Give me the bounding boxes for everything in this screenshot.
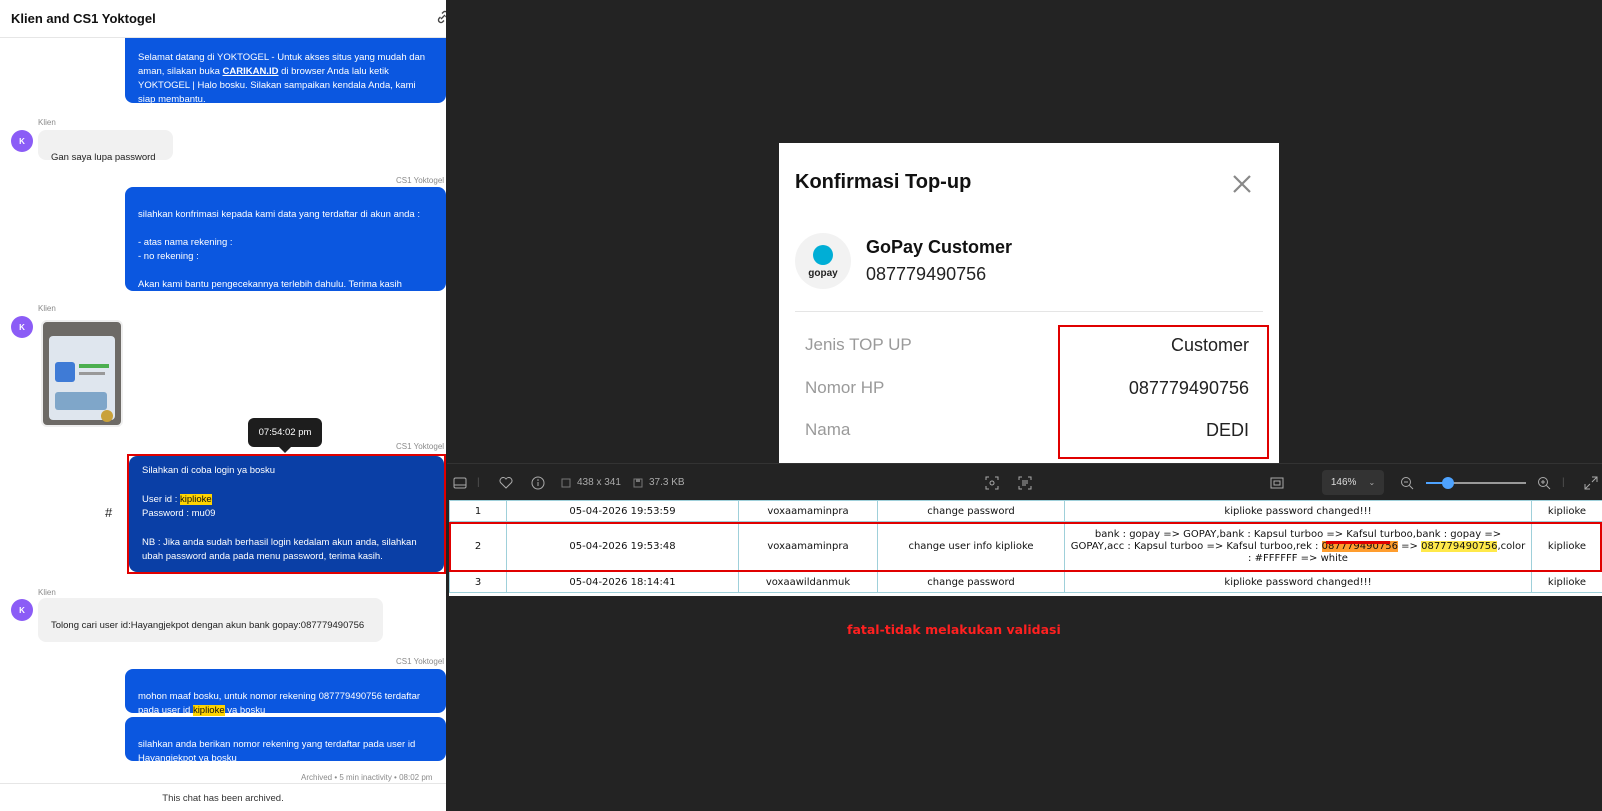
save-icon [633,464,643,501]
message-text: silahkan konfrimasi kepada kami data yan… [138,209,420,290]
customer-name: GoPay Customer [866,237,1013,257]
message-userid: User id : kiplioke [142,494,212,505]
cell-date: 05-04-2026 18:14:41 [506,571,739,593]
avatar: K [11,130,33,152]
chat-header: Klien and CS1 Yoktogel [0,0,446,38]
chat-title: Klien and CS1 Yoktogel [11,11,156,26]
wallet-icon [813,245,833,265]
dimensions-icon [561,464,571,501]
cell-date: 05-04-2026 19:53:59 [506,500,739,522]
fit-screen-icon[interactable] [1270,464,1284,501]
cell-no: 1 [449,500,507,522]
customer-phone: 087779490756 [866,264,987,284]
topup-modal: Konfirmasi Top-up gopay GoPay Customer 0… [779,143,1279,463]
message-text: Gan saya lupa password [51,152,156,163]
zoom-slider[interactable] [1426,477,1526,489]
message-bubble-inner: Silahkan di coba login ya bosku User id … [129,456,444,572]
archived-meta: Archived • 5 min inactivity • 08:02 pm [301,773,433,782]
image-dimensions: 438 x 341 [577,477,621,488]
field-label: Jenis TOP UP [805,335,912,354]
chat-panel: Klien and CS1 Yoktogel Selamat datang di… [0,0,446,811]
zoom-slider-knob[interactable] [1442,477,1454,489]
cell-user: voxaamaminpra [738,500,878,522]
message-bubble: Gan saya lupa password [38,130,173,163]
file-size: 37.3 KB [649,477,685,488]
hash-marker: # [105,505,113,520]
field-label: Nama [805,420,851,439]
table-row: 3 05-04-2026 18:14:41 voxaawildanmuk cha… [449,571,1602,593]
message-bubble: silahkan konfrimasi kepada kami data yan… [125,187,446,291]
message-bubble: silahkan anda berikan nomor rekening yan… [125,717,446,764]
message-bubble-welcome: Selamat datang di YOKTOGEL - Untuk akses… [125,30,446,105]
userid-highlight: kiplioke [192,705,225,716]
gopay-logo: gopay [795,233,851,289]
sender-label: CS1 Yoktogel [396,176,445,185]
avatar: K [11,316,33,338]
heart-icon[interactable] [499,464,513,501]
divider: | [477,477,480,488]
sender-label: Klien [38,588,56,597]
message-bubble: mohon maaf bosku, untuk nomor rekening 0… [125,669,446,716]
info-icon[interactable] [531,464,545,501]
userid-highlight: kiplioke [180,494,212,505]
divider [795,311,1263,312]
link-icon[interactable] [436,10,446,24]
sender-label: Klien [38,304,56,313]
archived-bar: This chat has been archived. [0,783,446,811]
message-bubble-selected: Silahkan di coba login ya bosku User id … [127,454,446,574]
highlight-box [1058,325,1269,459]
gopay-logo-text: gopay [808,268,838,279]
cell-detail: kiplioke password changed!!! [1064,571,1532,593]
highlight-box [449,522,1602,572]
divider: | [1562,477,1565,488]
message-note: NB : Jika anda sudah berhasil login keda… [142,537,417,562]
message-text: ya bosku [224,705,266,716]
cell-detail: kiplioke password changed!!! [1064,500,1532,522]
archived-notice: This chat has been archived. [162,793,284,804]
sender-label: CS1 Yoktogel [396,657,445,666]
close-icon[interactable] [1231,173,1253,195]
zoom-in-icon[interactable] [1537,464,1551,501]
cell-action: change password [877,571,1065,593]
text-scan-icon[interactable] [1018,464,1032,501]
cell-target: kiplioke [1531,571,1602,593]
cell-no: 3 [449,571,507,593]
message-text: Tolong cari user id:Hayangjekpot dengan … [51,620,365,631]
field-label: Nomor HP [805,378,885,397]
annotation-text: fatal-tidak melakukan validasi [847,622,1061,637]
modal-title: Konfirmasi Top-up [795,171,972,193]
sender-label: CS1 Yoktogel [396,442,445,451]
cell-target: kiplioke [1531,500,1602,522]
cell-action: change password [877,500,1065,522]
gallery-icon[interactable] [453,464,467,501]
timestamp-tooltip: 07:54:02 pm [248,418,322,453]
message-password: Password : mu09 [142,508,216,519]
underline-mark [1326,541,1390,544]
table-row: 1 05-04-2026 19:53:59 voxaamaminpra chan… [449,500,1602,522]
scan-icon[interactable] [985,464,999,501]
expand-icon[interactable] [1584,464,1598,501]
zoom-select[interactable]: 146% ⌄ [1322,470,1384,495]
message-text: Silahkan di coba login ya bosku [142,465,276,476]
chat-photo[interactable] [41,320,123,427]
chevron-down-icon: ⌄ [1368,478,1376,487]
zoom-out-icon[interactable] [1400,464,1414,501]
sender-label: Klien [38,118,56,127]
message-bubble: Tolong cari user id:Hayangjekpot dengan … [38,598,383,642]
message-text: mohon maaf bosku, untuk nomor rekening 0… [138,691,421,716]
viewer-toolbar: | 438 x 341 37.3 KB 146% ⌄ | [447,463,1602,501]
cell-user: voxaawildanmuk [738,571,878,593]
zoom-level: 146% [1330,477,1357,488]
message-text: silahkan anda berikan nomor rekening yan… [138,739,416,764]
avatar: K [11,599,33,621]
carikan-link[interactable]: CARIKAN.ID [223,66,279,77]
